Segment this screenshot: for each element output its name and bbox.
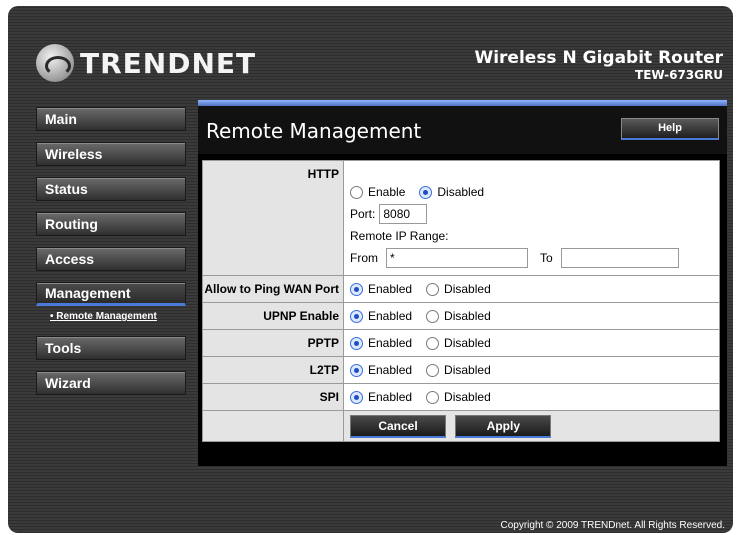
port-line: Port: (350, 203, 719, 225)
model-number: TEW-673GRU (635, 68, 723, 82)
upnp-disabled-label: Disabled (444, 309, 491, 323)
upnp-row: UPNP Enable Enabled Disabled (202, 302, 720, 330)
button-row: Cancel Apply (202, 410, 720, 442)
port-label: Port: (350, 207, 376, 221)
router-frame: TRENDNET Wireless N Gigabit Router TEW-6… (8, 6, 733, 533)
ping-wan-enabled-radio[interactable] (350, 282, 363, 296)
ping-wan-enabled-label: Enabled (368, 282, 413, 296)
upnp-enabled-label: Enabled (368, 309, 413, 323)
copyright: Copyright © 2009 TRENDnet. All Rights Re… (500, 520, 725, 531)
http-settings: Enable Disabled Port: Remote IP Range: F… (343, 160, 720, 276)
ping-wan-disabled-radio[interactable] (426, 282, 440, 296)
to-label: To (540, 251, 553, 265)
http-label: HTTP (202, 160, 344, 276)
http-disable-radio[interactable] (419, 185, 433, 199)
nav-main[interactable]: Main (36, 107, 186, 131)
nav-routing[interactable]: Routing (36, 212, 186, 236)
http-radio-line: Enable Disabled (350, 181, 719, 203)
range-label: Remote IP Range: (350, 229, 449, 243)
pptp-row: PPTP Enabled Disabled (202, 329, 720, 357)
nav-access[interactable]: Access (36, 247, 186, 271)
spi-disabled-radio[interactable] (426, 390, 440, 404)
upnp-enabled-radio[interactable] (350, 309, 363, 323)
content-header: Remote Management Help (198, 106, 727, 154)
spi-label: SPI (202, 383, 344, 411)
nav-wireless[interactable]: Wireless (36, 142, 186, 166)
apply-button[interactable]: Apply (455, 414, 552, 438)
help-button[interactable]: Help (621, 118, 719, 140)
from-ip-input[interactable] (386, 248, 528, 268)
spi-enabled-label: Enabled (368, 390, 413, 404)
pptp-label: PPTP (202, 329, 344, 357)
upnp-disabled-radio[interactable] (426, 309, 440, 323)
http-enable-label: Enable (368, 185, 406, 199)
spi-enabled-radio[interactable] (350, 390, 363, 404)
cancel-button[interactable]: Cancel (350, 414, 446, 438)
upnp-label: UPNP Enable (202, 302, 344, 330)
l2tp-disabled-radio[interactable] (426, 363, 440, 377)
ping-wan-disabled-label: Disabled (444, 282, 491, 296)
spi-row: SPI Enabled Disabled (202, 383, 720, 411)
spi-disabled-label: Disabled (444, 390, 491, 404)
nav-wizard[interactable]: Wizard (36, 371, 186, 395)
port-input[interactable] (379, 204, 428, 224)
pptp-disabled-radio[interactable] (426, 336, 440, 350)
l2tp-enabled-radio[interactable] (350, 363, 363, 377)
pptp-enabled-radio[interactable] (350, 336, 363, 350)
ip-range-line: From To (350, 247, 719, 269)
l2tp-label: L2TP (202, 356, 344, 384)
settings-table: HTTP Enable Disabled Port: 8080 Remote I… (202, 160, 720, 442)
l2tp-enabled-label: Enabled (368, 363, 413, 377)
product-line: Wireless N Gigabit Router (474, 48, 723, 68)
brand-name: TRENDNET (80, 46, 257, 80)
pptp-disabled-label: Disabled (444, 336, 491, 350)
l2tp-row: L2TP Enabled Disabled (202, 356, 720, 384)
ping-wan-row: Allow to Ping WAN Port Enabled Disabled (202, 275, 720, 303)
from-label: From (350, 251, 378, 265)
logo: TRENDNET (36, 44, 256, 82)
ping-wan-label: Allow to Ping WAN Port (202, 275, 344, 303)
http-enable-radio[interactable] (350, 185, 363, 199)
trendnet-logo-icon (36, 44, 74, 82)
http-row: HTTP Enable Disabled Port: 8080 Remote I… (202, 160, 720, 276)
http-disable-label: Disabled (437, 185, 485, 199)
pptp-enabled-label: Enabled (368, 336, 413, 350)
nav-sub-label: Remote Management (56, 311, 157, 322)
nav-tools[interactable]: Tools (36, 336, 186, 360)
nav-management[interactable]: Management (36, 282, 186, 306)
product-info: Wireless N Gigabit Router TEW-673GRU (474, 48, 723, 82)
to-ip-input[interactable] (560, 248, 679, 268)
nav-sub-remote-management[interactable]: • Remote Management (50, 311, 186, 322)
sidebar-nav: Main Wireless Status Routing Access Mana… (36, 107, 186, 406)
page-title: Remote Management (206, 119, 422, 143)
l2tp-disabled-label: Disabled (444, 363, 491, 377)
nav-status[interactable]: Status (36, 177, 186, 201)
content-panel: Remote Management Help HTTP Enable Disab… (198, 100, 727, 466)
